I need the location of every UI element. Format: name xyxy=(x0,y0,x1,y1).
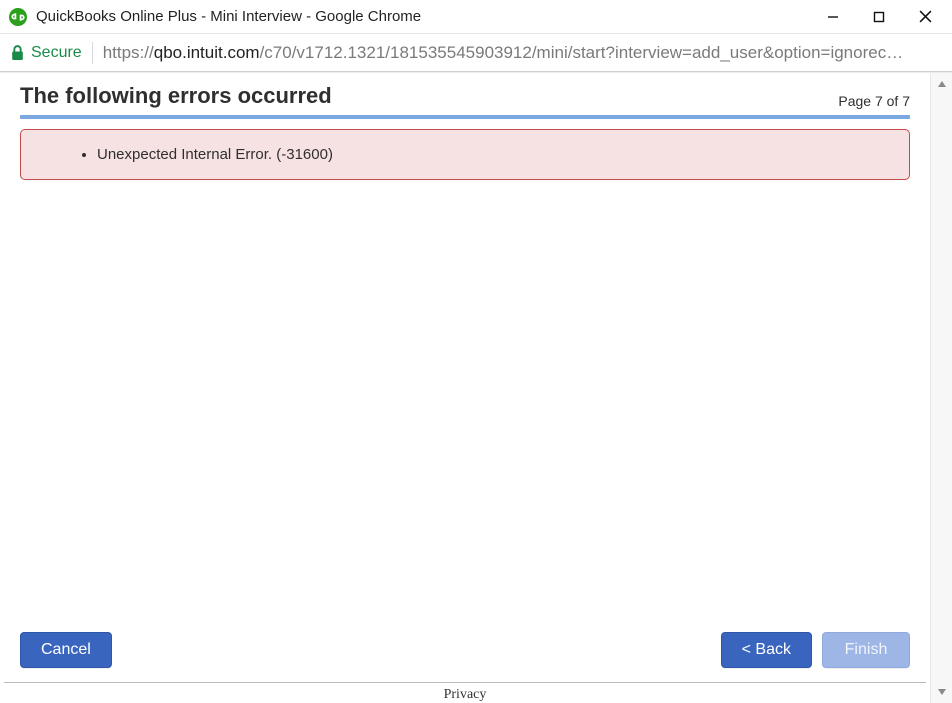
scroll-up-arrow-icon[interactable] xyxy=(931,73,952,95)
error-list: Unexpected Internal Error. (-31600) xyxy=(77,144,889,165)
cancel-button[interactable]: Cancel xyxy=(20,632,112,668)
close-button[interactable] xyxy=(902,2,948,32)
back-button[interactable]: < Back xyxy=(721,632,812,668)
maximize-button[interactable] xyxy=(856,2,902,32)
url-path: /c70/v1712.1321/181535545903912/mini/sta… xyxy=(260,43,904,62)
secure-label: Secure xyxy=(31,44,82,62)
privacy-link[interactable]: Privacy xyxy=(444,687,487,702)
url-display[interactable]: https://qbo.intuit.com/c70/v1712.1321/18… xyxy=(103,43,942,63)
finish-button[interactable]: Finish xyxy=(822,632,910,668)
window-title: QuickBooks Online Plus - Mini Interview … xyxy=(36,8,810,25)
window-titlebar: QuickBooks Online Plus - Mini Interview … xyxy=(0,0,952,34)
title-underline xyxy=(20,115,910,119)
scroll-track[interactable] xyxy=(931,95,952,681)
error-box: Unexpected Internal Error. (-31600) xyxy=(20,129,910,180)
url-host: qbo.intuit.com xyxy=(154,43,260,62)
address-bar: Secure https://qbo.intuit.com/c70/v1712.… xyxy=(0,34,952,72)
page-title: The following errors occurred xyxy=(20,83,332,109)
quickbooks-icon xyxy=(8,7,28,27)
vertical-scrollbar[interactable] xyxy=(930,73,952,703)
minimize-button[interactable] xyxy=(810,2,856,32)
error-item: Unexpected Internal Error. (-31600) xyxy=(97,144,889,165)
content-main: The following errors occurred Page 7 of … xyxy=(0,73,930,620)
window-controls xyxy=(810,2,948,32)
page-viewport: The following errors occurred Page 7 of … xyxy=(0,72,952,703)
lock-icon xyxy=(10,44,25,61)
page-indicator: Page 7 of 7 xyxy=(838,93,910,109)
url-scheme: https xyxy=(103,43,140,62)
scroll-down-arrow-icon[interactable] xyxy=(931,681,952,703)
footer-bar: Cancel < Back Finish xyxy=(0,620,930,682)
address-divider xyxy=(92,42,93,64)
